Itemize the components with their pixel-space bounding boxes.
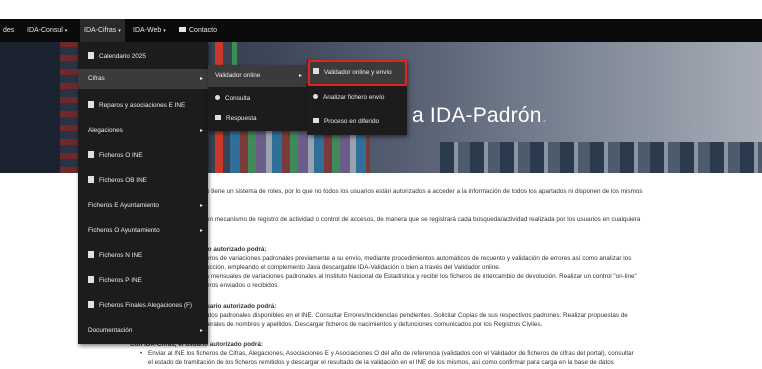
file-icon bbox=[88, 300, 94, 308]
menu-item-proceso-diferido[interactable]: Proceso en diferido bbox=[307, 112, 407, 132]
paragraph-line: ucción, empleando el complemento Java de… bbox=[206, 264, 501, 271]
paragraph-line: terales de nombres y apellidos. Descarga… bbox=[206, 321, 543, 328]
paragraph-line: atos padronales disponibles en el INE. C… bbox=[206, 312, 628, 319]
nav-item-partial[interactable]: des bbox=[3, 19, 14, 42]
download-icon bbox=[313, 117, 319, 123]
chevron-right-icon: ▸ bbox=[199, 76, 203, 82]
menu-item-cifras[interactable]: Cifras ▸ bbox=[78, 69, 208, 89]
menu-item-ficheros-finales[interactable]: Ficheros Finales Alegaciones (F) bbox=[78, 296, 208, 316]
building-shadow bbox=[0, 42, 60, 173]
building-facade bbox=[440, 142, 762, 173]
hero-title: a IDA-Padrón. bbox=[412, 104, 548, 127]
nav-item-contacto[interactable]: Contacto bbox=[179, 19, 217, 42]
menu-item-calendario[interactable]: Calendario 2025 bbox=[78, 48, 208, 65]
list-item: Enviar al INE los ficheros de Cifras, Al… bbox=[140, 349, 634, 358]
menu-item-consulta[interactable]: Consulta bbox=[208, 89, 307, 109]
file-icon bbox=[88, 175, 94, 183]
paragraph-line: eros de variaciones padronales previamen… bbox=[206, 255, 632, 262]
calendar-icon bbox=[88, 51, 94, 59]
menu-item-validador-online[interactable]: Validador online ▸ bbox=[208, 65, 307, 87]
chevron-right-icon: ▸ bbox=[298, 73, 302, 79]
file-icon bbox=[88, 250, 94, 258]
nav-item-ida-cifras[interactable]: IDA-Cifras ▾ bbox=[80, 19, 125, 42]
highlight-box bbox=[308, 60, 407, 86]
menu-item-ficheros-ob-ine[interactable]: Ficheros OB INE bbox=[78, 171, 208, 191]
search-icon bbox=[215, 94, 220, 100]
nav-item-ida-consul[interactable]: IDA-Consul ▾ bbox=[27, 19, 67, 42]
menu-item-ficheros-p-ine[interactable]: Ficheros P INE bbox=[78, 271, 208, 291]
browser-top-strip bbox=[0, 0, 762, 19]
nav-item-ida-web[interactable]: IDA-Web ▾ bbox=[133, 19, 166, 42]
chevron-right-icon: ▸ bbox=[199, 328, 203, 334]
list-item: el estado de tramitación de los ficheros… bbox=[148, 359, 614, 366]
file-icon bbox=[88, 100, 94, 108]
chevron-right-icon: ▸ bbox=[199, 228, 203, 234]
menu-item-ficheros-o-ine[interactable]: Ficheros O INE bbox=[78, 146, 208, 166]
chevron-right-icon: ▸ bbox=[199, 128, 203, 134]
menu-item-ficheros-n-ine[interactable]: Ficheros N INE bbox=[78, 246, 208, 266]
section-heading: uario autorizado podrá: bbox=[206, 303, 277, 310]
menu-item-alegaciones[interactable]: Alegaciones ▸ bbox=[78, 121, 208, 141]
download-icon bbox=[215, 114, 221, 120]
menu-item-ficheros-e-ayuntamiento[interactable]: Ficheros E Ayuntamiento ▸ bbox=[78, 196, 208, 216]
dropdown-ida-cifras: Calendario 2025 Cifras ▸ Reparos y asocia… bbox=[78, 42, 208, 344]
section-heading: io autorizado podrá: bbox=[206, 246, 267, 253]
building-edge bbox=[60, 42, 78, 173]
menu-item-ficheros-o-ayuntamiento[interactable]: Ficheros O Ayuntamiento ▸ bbox=[78, 221, 208, 241]
main-navbar: des IDA-Consul ▾ IDA-Cifras ▾ IDA-Web ▾ Con… bbox=[0, 19, 762, 42]
paragraph-roles: o tiene un sistema de roles, por lo que … bbox=[206, 188, 643, 195]
paragraph-line: s mensuales de variaciones padronales al… bbox=[206, 273, 637, 280]
menu-item-documentacion[interactable]: Documentación ▸ bbox=[78, 321, 208, 341]
file-icon bbox=[88, 275, 94, 283]
caret-down-icon: ▾ bbox=[118, 28, 121, 34]
menu-item-respuesta[interactable]: Respuesta bbox=[208, 109, 307, 129]
menu-item-analizar-fichero[interactable]: Analizar fichero envío bbox=[307, 88, 407, 108]
menu-item-reparos[interactable]: Reparos y asociaciones E INE bbox=[78, 96, 208, 116]
paragraph-activity: un mecanismo de registro de actividad o … bbox=[206, 216, 641, 223]
chevron-right-icon: ▸ bbox=[199, 203, 203, 209]
envelope-icon bbox=[179, 26, 186, 32]
caret-down-icon: ▾ bbox=[64, 28, 68, 34]
search-icon bbox=[313, 93, 318, 99]
dropdown-cifras: Validador online ▸ Consulta Respuesta bbox=[208, 65, 307, 131]
caret-down-icon: ▾ bbox=[163, 28, 166, 34]
paragraph-line: eros enviados o recibidos. bbox=[206, 282, 280, 289]
file-icon bbox=[88, 150, 94, 158]
